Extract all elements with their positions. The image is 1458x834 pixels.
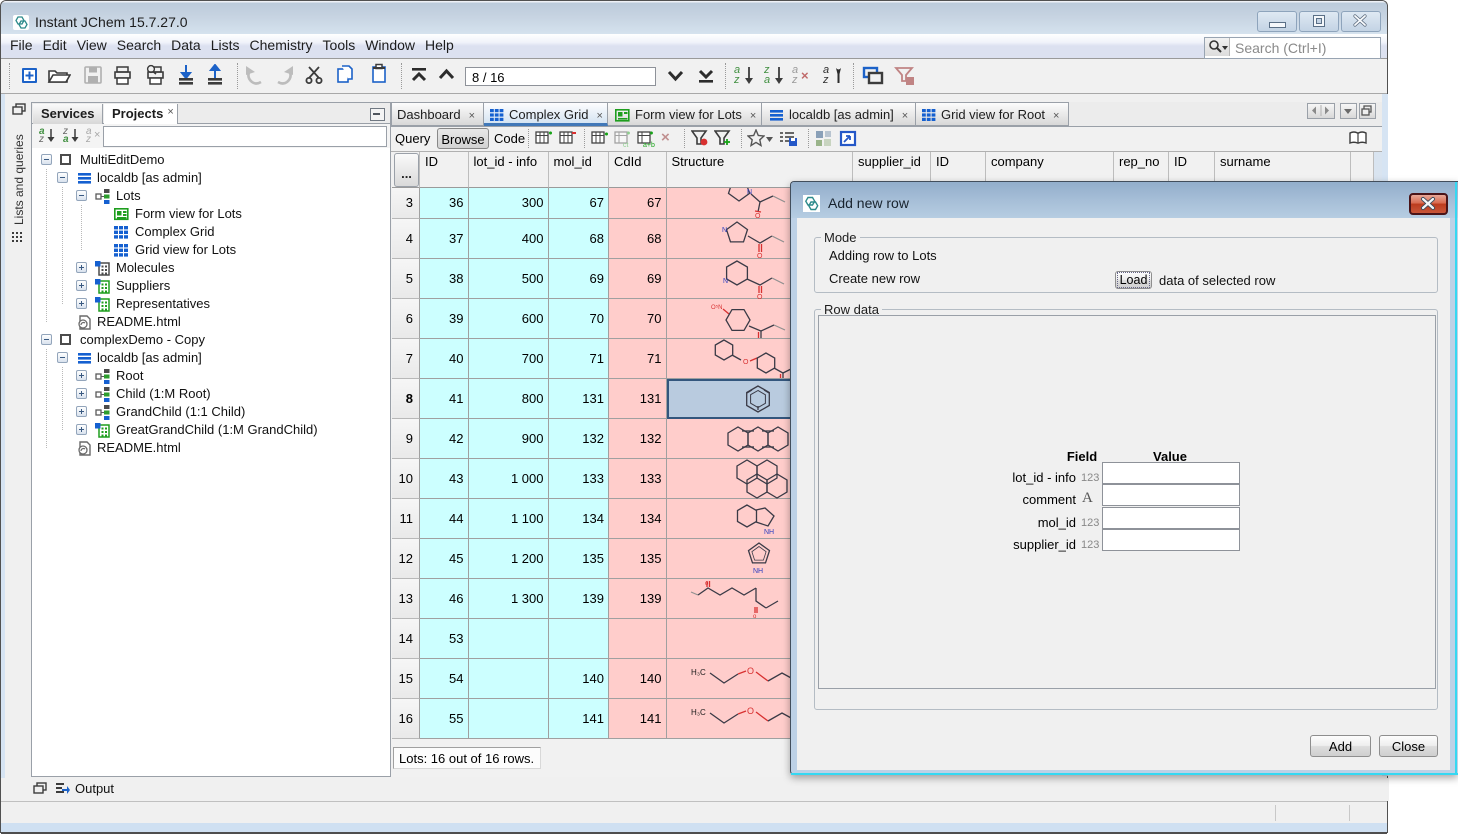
svg-text:NH: NH bbox=[764, 529, 774, 536]
svg-text:H₃C: H₃C bbox=[691, 668, 706, 677]
svg-text:o: o bbox=[705, 581, 709, 587]
svg-text:N: N bbox=[722, 227, 727, 234]
svg-text:H₃C: H₃C bbox=[691, 708, 706, 717]
svg-text:O: O bbox=[747, 706, 754, 716]
svg-text:O⁵N: O⁵N bbox=[711, 304, 723, 311]
svg-text:NH: NH bbox=[753, 568, 763, 575]
svg-text:a+b: a+b bbox=[643, 142, 655, 148]
svg-text:N: N bbox=[723, 278, 728, 285]
svg-text:ct: ct bbox=[623, 142, 629, 148]
svg-text:O: O bbox=[743, 359, 749, 366]
svg-text:O: O bbox=[747, 666, 754, 676]
